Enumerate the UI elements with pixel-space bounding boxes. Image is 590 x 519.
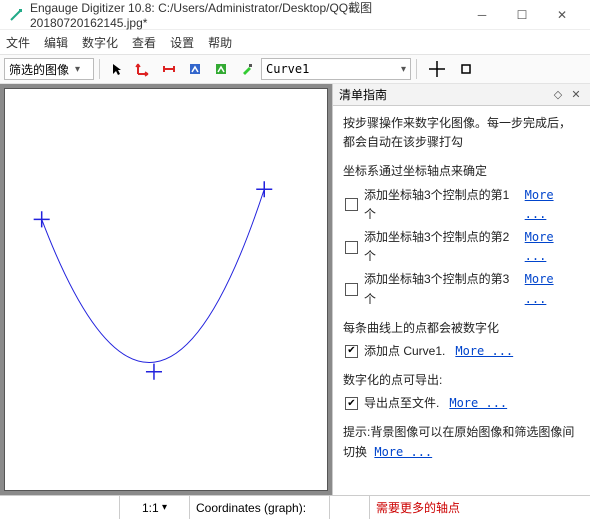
statusbar: 1:1 ▾ Coordinates (graph): 需要更多的轴点	[0, 495, 590, 519]
graph-canvas[interactable]	[4, 88, 328, 491]
color-picker-tool[interactable]	[235, 57, 259, 81]
box-icon	[454, 57, 478, 81]
canvas-container	[0, 84, 332, 495]
menu-digitize[interactable]: 数字化	[82, 34, 118, 51]
checkbox-checked-icon	[345, 397, 358, 410]
curve-combo[interactable]: Curve1 ▾	[261, 58, 411, 80]
axis-tool[interactable]	[131, 57, 155, 81]
titlebar: Engauge Digitizer 10.8: C:/Users/Adminis…	[0, 0, 590, 30]
curve-plot	[5, 89, 327, 490]
axis-point-1-label: 添加坐标轴3个控制点的第1个	[364, 186, 515, 224]
panel-close-icon[interactable]: ✕	[568, 87, 584, 103]
zoom-value: 1:1	[142, 501, 159, 515]
more-link[interactable]: More ...	[455, 342, 513, 361]
menu-edit[interactable]: 编辑	[44, 34, 68, 51]
pointer-tool[interactable]	[105, 57, 129, 81]
curve-add-label: 添加点 Curve1.	[364, 342, 445, 361]
app-icon	[8, 7, 24, 23]
more-link[interactable]: More ...	[525, 270, 580, 308]
coord-label: Coordinates (graph):	[196, 501, 306, 515]
more-link[interactable]: More ...	[374, 445, 432, 459]
more-link[interactable]: More ...	[525, 186, 580, 224]
crosshair-icon	[422, 57, 452, 81]
checklist-panel: 清单指南 ◇ ✕ 按步骤操作来数字化图像。每一步完成后，都会自动在该步骤打勾 坐…	[332, 84, 590, 495]
scale-tool[interactable]	[157, 57, 181, 81]
more-link[interactable]: More ...	[449, 394, 507, 413]
main-area: 清单指南 ◇ ✕ 按步骤操作来数字化图像。每一步完成后，都会自动在该步骤打勾 坐…	[0, 84, 590, 495]
curve-point-tool[interactable]	[183, 57, 207, 81]
window-buttons: ─ ☐ ✕	[462, 1, 582, 29]
curve-section-title: 每条曲线上的点都会被数字化	[343, 319, 580, 338]
axis-point-2-row: 添加坐标轴3个控制点的第2个 More ...	[345, 228, 580, 266]
checkbox-icon	[345, 198, 358, 211]
segment-tool[interactable]	[209, 57, 233, 81]
minimize-button[interactable]: ─	[462, 1, 502, 29]
toolbar: 筛选的图像 ▾ Curve1 ▾	[0, 54, 590, 84]
zoom-combo[interactable]: 1:1 ▾	[120, 496, 190, 519]
menu-settings[interactable]: 设置	[170, 34, 194, 51]
separator	[99, 59, 100, 79]
panel-body: 按步骤操作来数字化图像。每一步完成后，都会自动在该步骤打勾 坐标系通过坐标轴点来…	[333, 106, 590, 495]
close-button[interactable]: ✕	[542, 1, 582, 29]
chevron-down-icon: ▾	[162, 502, 167, 513]
axis-point-2-label: 添加坐标轴3个控制点的第2个	[364, 228, 515, 266]
axis-point-3-label: 添加坐标轴3个控制点的第3个	[364, 270, 515, 308]
more-link[interactable]: More ...	[525, 228, 580, 266]
intro-text: 按步骤操作来数字化图像。每一步完成后，都会自动在该步骤打勾	[343, 114, 580, 152]
window-title: Engauge Digitizer 10.8: C:/Users/Adminis…	[30, 0, 462, 30]
menubar: 文件 编辑 数字化 查看 设置 帮助	[0, 30, 590, 54]
status-spacer	[0, 496, 120, 519]
checkbox-checked-icon	[345, 345, 358, 358]
status-message: 需要更多的轴点	[370, 496, 590, 519]
curve-add-row: 添加点 Curve1. More ...	[345, 342, 580, 361]
chevron-down-icon: ▾	[401, 64, 406, 75]
separator	[416, 59, 417, 79]
menu-file[interactable]: 文件	[6, 34, 30, 51]
export-row: 导出点至文件. More ...	[345, 394, 580, 413]
export-label: 导出点至文件.	[364, 394, 439, 413]
curve-combo-label: Curve1	[266, 62, 309, 76]
menu-view[interactable]: 查看	[132, 34, 156, 51]
maximize-button[interactable]: ☐	[502, 1, 542, 29]
coord-label-cell: Coordinates (graph):	[190, 496, 330, 519]
chevron-down-icon: ▾	[75, 64, 80, 75]
filter-combo[interactable]: 筛选的图像 ▾	[4, 58, 94, 80]
axis-section-title: 坐标系通过坐标轴点来确定	[343, 162, 580, 181]
menu-help[interactable]: 帮助	[208, 34, 232, 51]
checkbox-icon	[345, 283, 358, 296]
undock-icon[interactable]: ◇	[550, 87, 566, 103]
axis-point-3-row: 添加坐标轴3个控制点的第3个 More ...	[345, 270, 580, 308]
export-section-title: 数字化的点可导出:	[343, 371, 580, 390]
panel-title: 清单指南	[339, 86, 387, 103]
coord-value-cell	[330, 496, 370, 519]
axis-point-1-row: 添加坐标轴3个控制点的第1个 More ...	[345, 186, 580, 224]
panel-header: 清单指南 ◇ ✕	[333, 84, 590, 106]
checkbox-icon	[345, 241, 358, 254]
filter-combo-label: 筛选的图像	[9, 61, 69, 78]
